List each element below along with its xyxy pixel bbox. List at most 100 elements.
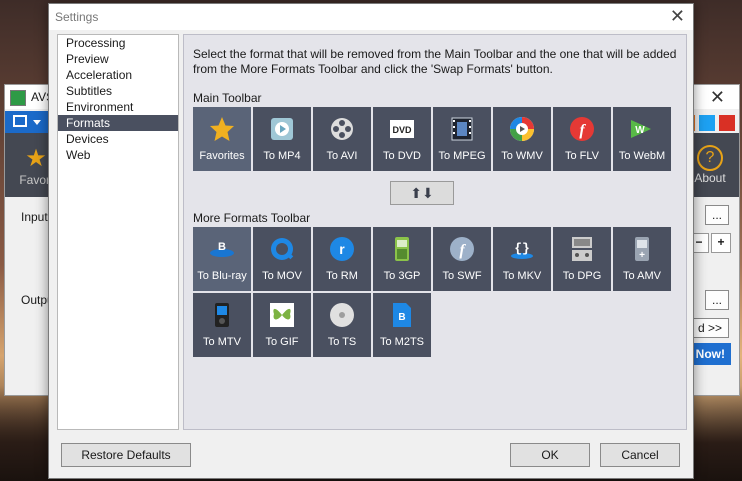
format-tile-mtv[interactable]: To MTV — [193, 293, 251, 357]
close-icon[interactable]: ✕ — [670, 6, 685, 27]
film-reel-icon — [331, 118, 353, 140]
formats-description: Select the format that will be removed f… — [193, 47, 677, 76]
phone-icon — [395, 237, 409, 261]
realmedia-icon: r — [330, 237, 354, 261]
plus-button[interactable]: + — [711, 233, 731, 253]
format-tile-label: To DPG — [562, 270, 602, 282]
restore-defaults-button[interactable]: Restore Defaults — [61, 443, 191, 467]
help-icon: ? — [697, 145, 723, 171]
dialog-title: Settings — [55, 10, 99, 24]
svg-text:+: + — [639, 250, 645, 261]
format-tile-label: To Blu-ray — [197, 270, 247, 282]
format-tile-mp4[interactable]: To MP4 — [253, 107, 311, 171]
format-tile-rm[interactable]: r To RM — [313, 227, 371, 291]
app-menu-button[interactable] — [5, 111, 49, 133]
format-tile-label: To DVD — [383, 150, 421, 162]
format-tile-mpeg[interactable]: To MPEG — [433, 107, 491, 171]
svg-text:B: B — [218, 241, 226, 253]
format-tile-label: Favorites — [199, 150, 245, 162]
format-tile-wmv[interactable]: To WMV — [493, 107, 551, 171]
browse-output-button[interactable]: ... — [704, 290, 729, 310]
nav-item-acceleration[interactable]: Acceleration — [58, 67, 178, 83]
quicktime-icon — [271, 238, 294, 260]
input-label: Input — [21, 210, 48, 224]
format-tile-label: To 3GP — [383, 270, 421, 282]
format-tile-label: To WebM — [618, 150, 666, 162]
dialog-title-bar: Settings ✕ — [49, 4, 693, 30]
format-tile-label: To RM — [326, 270, 358, 282]
format-tile-gif[interactable]: To GIF — [253, 293, 311, 357]
svg-text:r: r — [339, 241, 345, 257]
settings-nav-list: Processing Preview Acceleration Subtitle… — [57, 34, 179, 430]
twitter-icon[interactable] — [699, 115, 715, 131]
format-tile-m2ts[interactable]: B To M2TS — [373, 293, 431, 357]
youtube-icon[interactable] — [719, 115, 735, 131]
webm-icon: W — [631, 120, 651, 138]
format-tile-label: To MKV — [502, 270, 542, 282]
mkv-icon: {} — [511, 241, 533, 259]
nav-item-devices[interactable]: Devices — [58, 131, 178, 147]
format-tile-label: To SWF — [442, 270, 482, 282]
format-tile-swf[interactable]: f To SWF — [433, 227, 491, 291]
svg-text:B: B — [398, 312, 405, 323]
ds-icon — [572, 237, 592, 261]
format-tile-label: To MP4 — [263, 150, 301, 162]
format-tile-label: To AVI — [326, 150, 358, 162]
format-tile-label: To MTV — [203, 336, 241, 348]
player-icon: + — [635, 237, 649, 261]
format-tile-mov[interactable]: To MOV — [253, 227, 311, 291]
svg-text:{}: {} — [514, 241, 530, 256]
svg-text:W: W — [635, 125, 645, 136]
dvd-icon: DVD — [390, 120, 414, 138]
about-label: About — [694, 171, 726, 185]
format-tile-label: To M2TS — [379, 336, 424, 348]
format-tile-label: To TS — [327, 336, 357, 348]
format-tile-label: To WMV — [501, 150, 543, 162]
format-tile-avi[interactable]: To AVI — [313, 107, 371, 171]
more-formats-toolbar-label: More Formats Toolbar — [193, 211, 311, 225]
format-tile-label: To MOV — [262, 270, 302, 282]
nav-item-preview[interactable]: Preview — [58, 51, 178, 67]
format-tile-label: To GIF — [265, 336, 299, 348]
advanced-button[interactable]: d >> — [690, 318, 729, 338]
format-tile-dvd[interactable]: DVD To DVD — [373, 107, 431, 171]
svg-text:DVD: DVD — [392, 125, 412, 135]
format-tile-webm[interactable]: W To WebM — [613, 107, 671, 171]
ok-button[interactable]: OK — [510, 443, 590, 467]
swf-icon: f — [450, 237, 474, 261]
main-toolbar-label: Main Toolbar — [193, 91, 262, 105]
nav-item-web[interactable]: Web — [58, 147, 178, 163]
formats-panel: Select the format that will be removed f… — [183, 34, 687, 430]
settings-dialog: Settings ✕ Processing Preview Accelerati… — [48, 3, 694, 479]
browse-input-button[interactable]: ... — [704, 205, 729, 225]
format-tile-bluray[interactable]: B To Blu-ray — [193, 227, 251, 291]
nav-item-subtitles[interactable]: Subtitles — [58, 83, 178, 99]
format-tile-3gp[interactable]: To 3GP — [373, 227, 431, 291]
swap-formats-button[interactable]: ⬆⬇ — [390, 181, 454, 205]
nav-item-formats[interactable]: Formats — [58, 115, 178, 131]
ts-icon — [330, 303, 354, 327]
format-tile-mkv[interactable]: {} To MKV — [493, 227, 551, 291]
format-tile-flv[interactable]: f To FLV — [553, 107, 611, 171]
filmstrip-icon — [451, 117, 473, 141]
format-tile-amv[interactable]: + To AMV — [613, 227, 671, 291]
flash-icon: f — [570, 117, 594, 141]
format-tile-favorites[interactable]: Favorites — [193, 107, 251, 171]
m2ts-icon: B — [393, 303, 411, 327]
nav-item-processing[interactable]: Processing — [58, 35, 178, 51]
mtv-icon — [215, 303, 229, 327]
format-tile-label: To FLV — [564, 150, 600, 162]
nav-item-environment[interactable]: Environment — [58, 99, 178, 115]
format-tile-label: To MPEG — [438, 150, 486, 162]
wmv-icon — [510, 117, 534, 141]
star-icon — [210, 117, 234, 141]
background-close-icon[interactable]: ✕ — [710, 87, 725, 108]
gif-icon — [270, 303, 294, 327]
mp4-icon — [271, 118, 293, 140]
bluray-icon: B — [210, 241, 234, 257]
cancel-button[interactable]: Cancel — [600, 443, 680, 467]
app-icon — [10, 90, 26, 106]
format-tile-dpg[interactable]: To DPG — [553, 227, 611, 291]
format-tile-label: To AMV — [623, 270, 661, 282]
format-tile-ts[interactable]: To TS — [313, 293, 371, 357]
